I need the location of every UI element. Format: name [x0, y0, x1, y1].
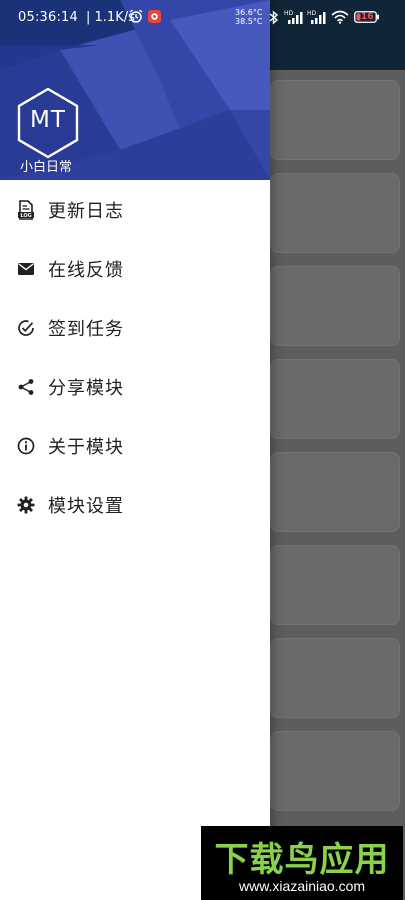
status-bar: 05:36:14 | 1.1K/s 36.6°C 38.5°C HD HD 16: [0, 0, 405, 36]
info-icon: [17, 437, 35, 455]
watermark-title: 下载鸟应用: [214, 840, 390, 880]
signal-hd-icon: HD: [284, 10, 303, 24]
check-circle-icon: [18, 320, 34, 336]
background-card: [270, 80, 400, 160]
menu-item-label: 签到任务: [48, 319, 124, 340]
background-card: [270, 545, 400, 625]
background-card: [270, 173, 400, 253]
log-file-icon: LOG: [18, 200, 34, 220]
background-card: [270, 452, 400, 532]
gear-icon: [17, 496, 35, 514]
navigation-drawer: MT 小白日常 LOG 更新日志 在线反馈 签到任务 分享模块 关于模块 模块设…: [0, 0, 270, 900]
mail-icon: [18, 263, 34, 275]
background-card: [270, 731, 400, 811]
logo-text: MT: [30, 107, 66, 133]
signal-hd-icon: HD: [307, 10, 326, 24]
menu-item-changelog[interactable]: LOG 更新日志: [0, 180, 270, 239]
status-time: 05:36:14: [18, 10, 78, 25]
menu-item-settings[interactable]: 模块设置: [0, 475, 270, 534]
menu-item-label: 更新日志: [48, 201, 124, 222]
menu-item-feedback[interactable]: 在线反馈: [0, 239, 270, 298]
menu-item-about[interactable]: 关于模块: [0, 416, 270, 475]
menu-item-label: 在线反馈: [48, 260, 124, 281]
temperature-readout: 36.6°C 38.5°C: [235, 8, 263, 26]
svg-text:HD: HD: [284, 10, 294, 17]
menu-item-share[interactable]: 分享模块: [0, 357, 270, 416]
bluetooth-icon: [269, 10, 279, 25]
notification-app-icon: [148, 10, 161, 23]
wifi-icon: [331, 10, 349, 24]
svg-text:HD: HD: [307, 10, 317, 17]
alarm-icon: [129, 9, 143, 23]
menu-item-label: 分享模块: [48, 378, 124, 399]
battery-level: 16: [361, 12, 374, 22]
menu-item-label: 模块设置: [48, 496, 124, 517]
background-card: [270, 359, 400, 439]
mt-logo: MT: [16, 87, 80, 159]
watermark-banner: 下载鸟应用 www.xiazainiao.com: [201, 826, 403, 900]
watermark-url: www.xiazainiao.com: [238, 878, 366, 894]
menu-item-label: 关于模块: [48, 437, 124, 458]
menu-item-checkin[interactable]: 签到任务: [0, 298, 270, 357]
svg-text:LOG: LOG: [20, 213, 31, 219]
background-card: [270, 266, 400, 346]
app-name: 小白日常: [20, 160, 73, 175]
drawer-menu: LOG 更新日志 在线反馈 签到任务 分享模块 关于模块 模块设置: [0, 180, 270, 534]
background-card: [270, 638, 400, 718]
share-icon: [18, 379, 34, 395]
